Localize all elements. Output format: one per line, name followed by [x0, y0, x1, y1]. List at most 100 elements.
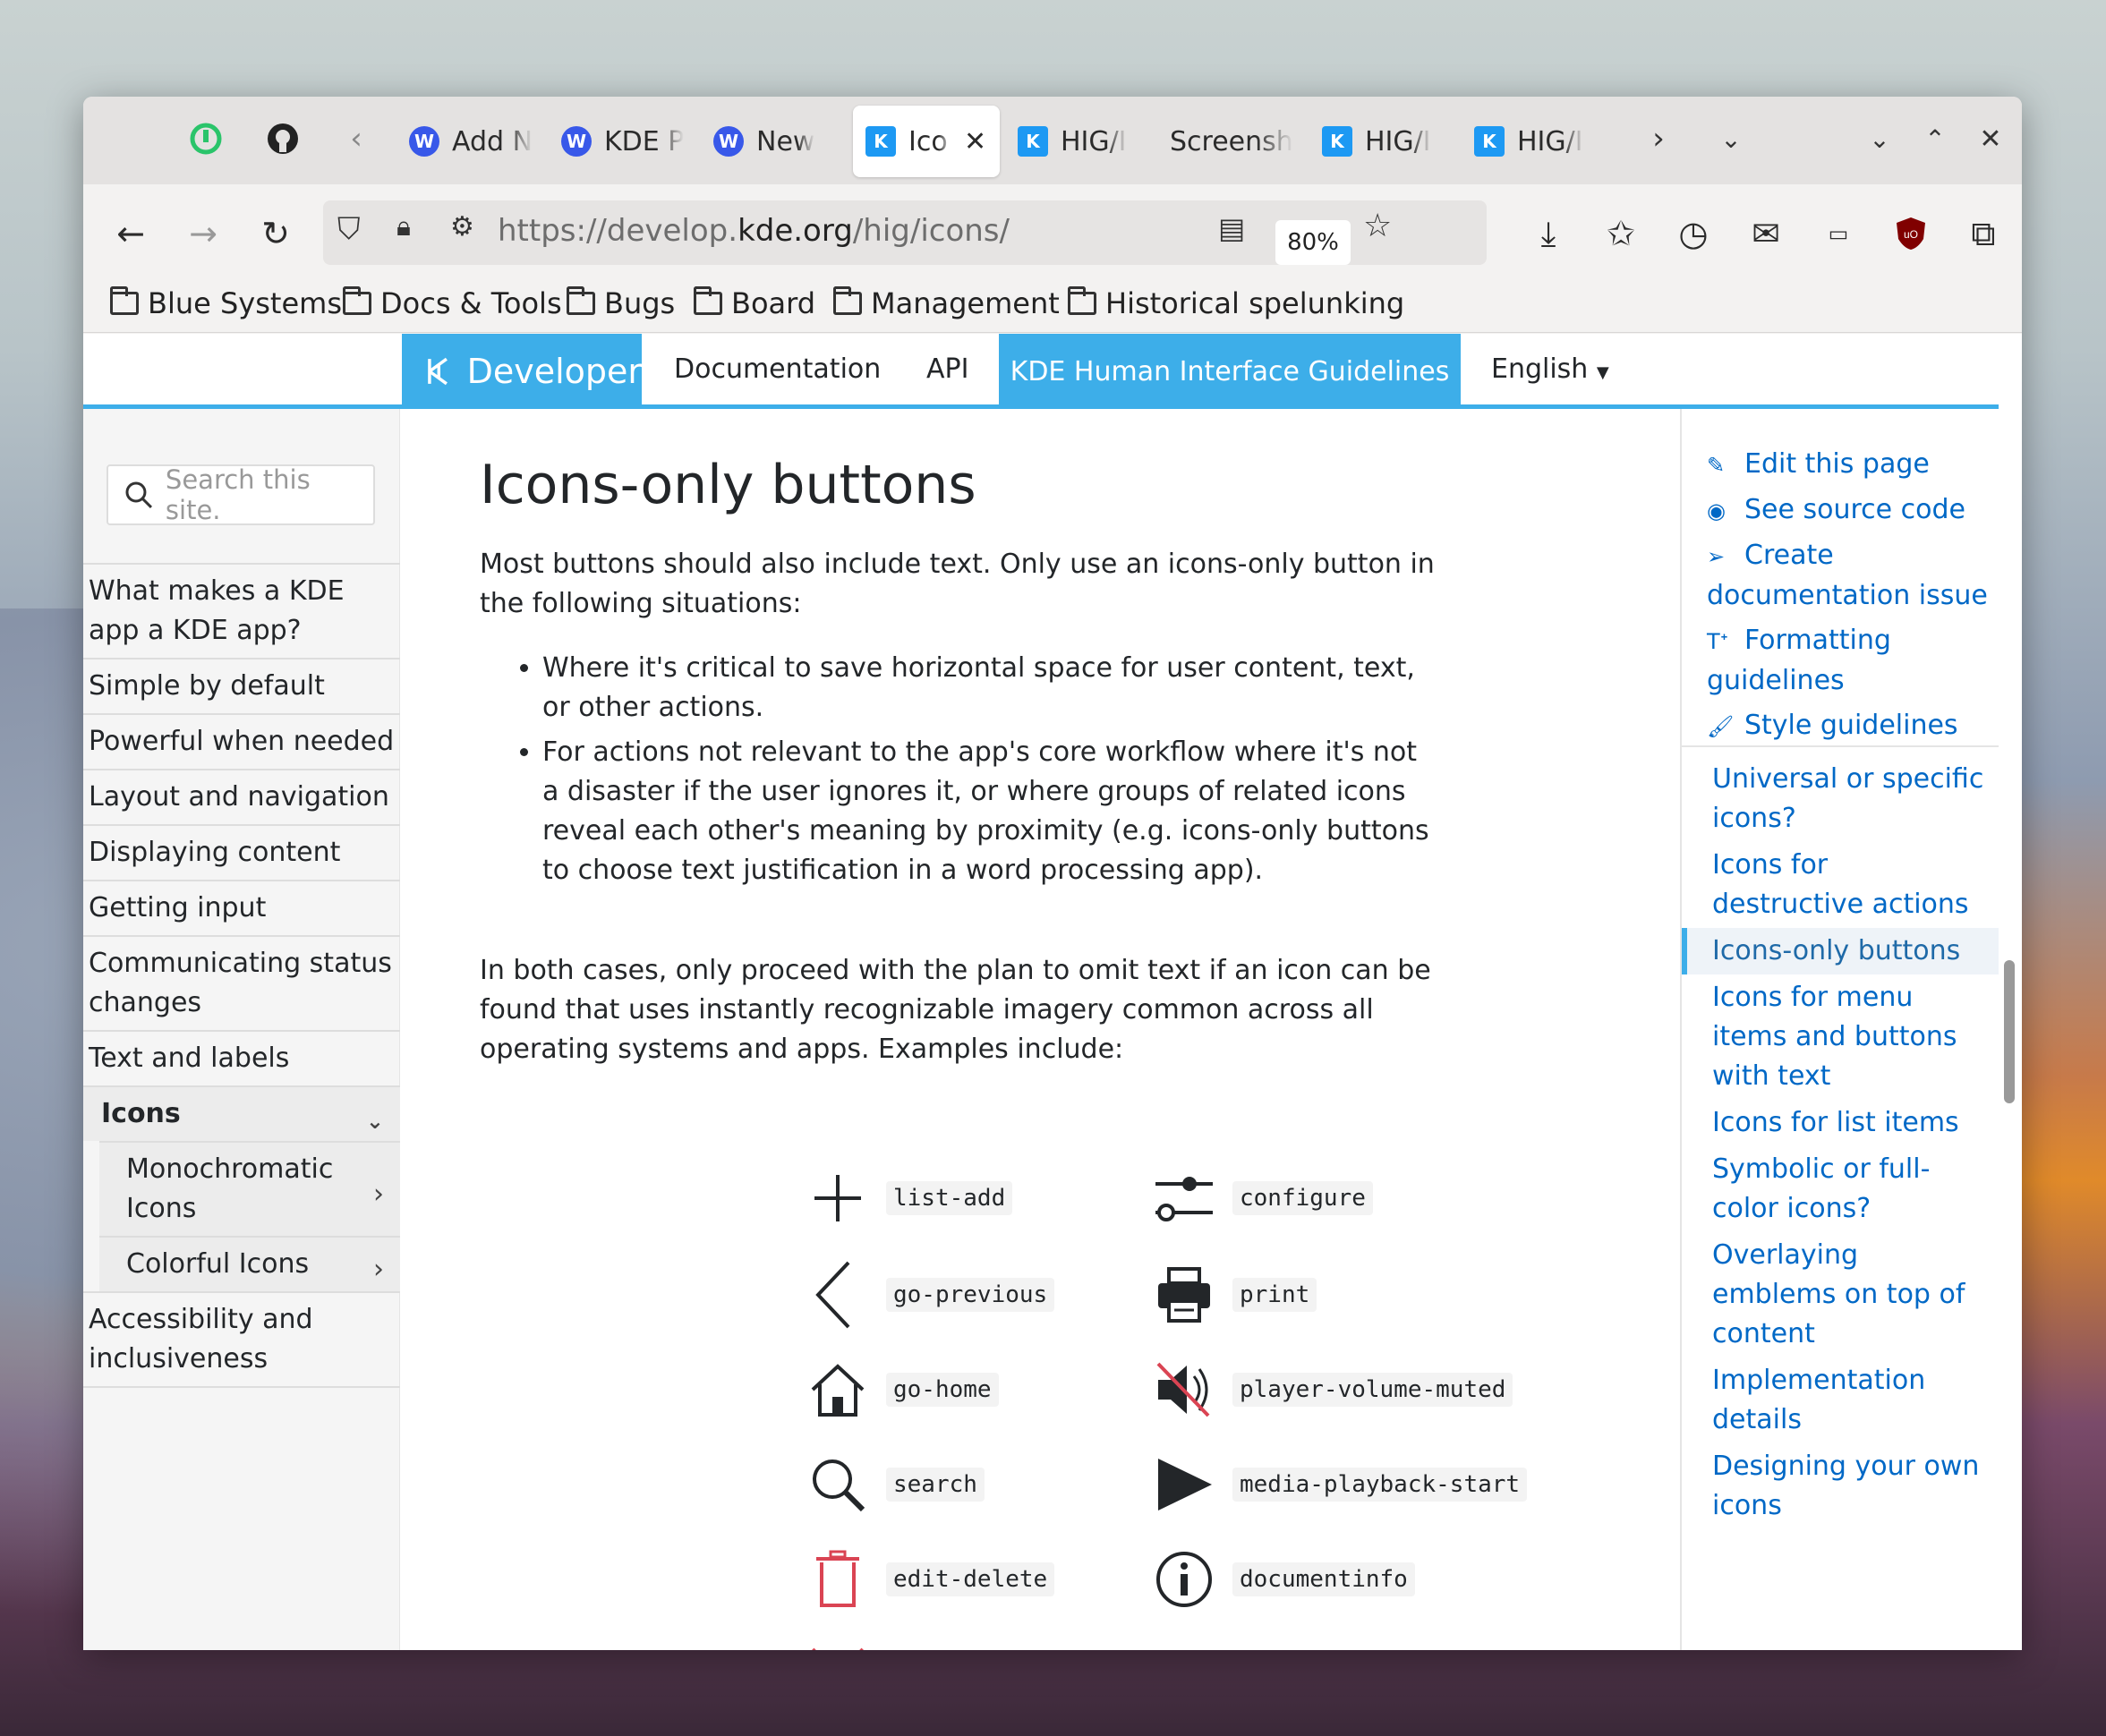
close-tab-icon[interactable]: ✕	[964, 126, 986, 157]
developer-brand-link[interactable]: Developer	[402, 334, 642, 409]
nav-documentation[interactable]: Documentation	[674, 353, 881, 385]
tab-2[interactable]: W New	[701, 106, 853, 177]
bookmark-folder-2[interactable]: Bugs	[567, 286, 675, 320]
sidebar-item-colorful[interactable]: Colorful Icons ›	[99, 1236, 400, 1291]
forward-button[interactable]: →	[181, 211, 226, 256]
tab-6[interactable]: K HIG/I	[1309, 106, 1462, 177]
reader-view-icon[interactable]: ▤	[1218, 211, 1245, 245]
toc-item[interactable]: Overlaying emblems on top of content	[1682, 1232, 1999, 1357]
play-icon	[1158, 1459, 1212, 1510]
tab-0[interactable]: W Add N	[396, 106, 549, 177]
list-all-tabs-button[interactable]: ⌄	[1709, 116, 1753, 161]
bookmarks-toolbar: Blue Systems Docs & Tools Bugs Board Man…	[83, 281, 2022, 333]
permissions-icon[interactable]: ⚙︎	[450, 211, 474, 243]
icon-example-configure: configure	[1148, 1162, 1373, 1234]
edit-page-link[interactable]: ✎ Edit this page	[1707, 445, 1993, 485]
folder-icon	[110, 286, 139, 315]
history-button[interactable]: ◷	[1671, 211, 1716, 256]
bookmark-folder-1[interactable]: Docs & Tools	[343, 286, 562, 320]
chevron-right-icon: ›	[373, 1254, 384, 1285]
sidebar-item-simple[interactable]: Simple by default	[83, 658, 400, 713]
bookmark-star-icon[interactable]: ☆	[1363, 208, 1392, 244]
maximize-button[interactable]: ⌃	[1913, 116, 1957, 161]
x-remove-icon	[812, 1647, 864, 1650]
scrollbar-thumb[interactable]	[2004, 960, 2015, 1103]
toc-item-active[interactable]: Icons-only buttons	[1682, 928, 1999, 974]
url-text[interactable]: https://develop.kde.org/hig/icons/	[498, 213, 1010, 249]
toc-item[interactable]: Symbolic or full-color icons?	[1682, 1146, 1999, 1232]
pinned-tab-github[interactable]	[260, 116, 305, 161]
volume-muted-icon	[1156, 1362, 1210, 1417]
sidebar-item-kde-app[interactable]: What makes a KDE app a KDE app?	[83, 563, 400, 658]
style-guidelines-link[interactable]: 🖌︎ Style guidelines	[1707, 706, 1993, 746]
chevron-down-icon: ⌄	[365, 1109, 384, 1134]
toc-item[interactable]: Icons for list items	[1682, 1100, 1999, 1146]
sidebar-item-icons[interactable]: Icons ⌄	[83, 1085, 400, 1141]
zoom-level-button[interactable]: 80%	[1275, 220, 1351, 265]
extensions-button[interactable]: ⧉	[1961, 211, 2006, 256]
nav-api[interactable]: API	[926, 353, 968, 385]
chevron-left-icon: ‹	[350, 121, 362, 157]
mail-button[interactable]: ✉	[1744, 211, 1788, 256]
language-dropdown[interactable]: English ▼	[1491, 353, 1609, 385]
search-icon	[125, 481, 152, 509]
tab-1[interactable]: W KDE P	[549, 106, 701, 177]
kde-icon: K	[1322, 126, 1352, 157]
bookmark-folder-3[interactable]: Board	[694, 286, 815, 320]
bookmark-folder-0[interactable]: Blue Systems	[110, 286, 342, 320]
pinned-tab-green[interactable]	[183, 116, 228, 161]
shield-icon[interactable]: ⛉	[337, 211, 361, 247]
minimize-button[interactable]: ⌄	[1857, 116, 1902, 161]
tabs-scroll-right-button[interactable]: ›	[1636, 116, 1681, 161]
close-window-button[interactable]: ✕	[1968, 116, 2013, 161]
source-code-link[interactable]: ◉ See source code	[1707, 490, 1993, 531]
github-icon	[268, 123, 298, 154]
toc-item[interactable]: Universal or specific icons?	[1682, 756, 1999, 842]
toc-item[interactable]: Designing your own icons	[1682, 1443, 1999, 1529]
downloads-button[interactable]: ⤓	[1526, 211, 1571, 256]
folder-icon	[343, 286, 371, 315]
sidebar-section-label: Icons	[101, 1098, 181, 1129]
bookmarks-button[interactable]: ✩	[1599, 211, 1643, 256]
reload-button[interactable]: ↻	[253, 211, 298, 256]
plus-icon	[814, 1175, 861, 1221]
sidebar-item-monochromatic[interactable]: Monochromatic Icons ›	[99, 1141, 400, 1236]
tab-7[interactable]: K HIG/I	[1462, 106, 1614, 177]
kde-logo-icon	[428, 357, 448, 386]
sidebar-item-displaying[interactable]: Displaying content	[83, 824, 400, 880]
ublock-button[interactable]: uO	[1889, 211, 1933, 256]
sidebar-item-text[interactable]: Text and labels	[83, 1030, 400, 1085]
tab-label: HIG/I	[1061, 125, 1127, 157]
bookmark-folder-4[interactable]: Management	[833, 286, 1060, 320]
toc-item[interactable]: Icons for destructive actions	[1682, 842, 1999, 928]
tab-3-active[interactable]: K Ico ✕	[853, 106, 1000, 177]
toc-item[interactable]: Icons for menu items and buttons with te…	[1682, 974, 1999, 1100]
sidebar-item-status[interactable]: Communicating status changes	[83, 935, 400, 1030]
list-item: Where it's critical to save horizontal s…	[542, 649, 1437, 728]
tab-4[interactable]: K HIG/I	[1005, 106, 1157, 177]
kde-icon: K	[1018, 126, 1048, 157]
sidebar-item-powerful[interactable]: Powerful when needed	[83, 713, 400, 769]
icon-name: edit-delete	[886, 1562, 1055, 1596]
create-issue-link[interactable]: ➢ Create documentation issue	[1707, 536, 1993, 616]
password-extension-button[interactable]: ▭	[1816, 211, 1861, 256]
nav-hig-active[interactable]: KDE Human Interface Guidelines	[999, 334, 1461, 409]
formatting-guidelines-link[interactable]: Tᐩ Formatting guidelines	[1707, 621, 1993, 701]
tabs-scroll-left-button[interactable]: ‹	[334, 116, 379, 161]
search-input[interactable]: Search this site.	[107, 464, 375, 525]
tab-5[interactable]: Screensh	[1157, 106, 1309, 177]
bookmark-label: Management	[871, 286, 1060, 320]
tab-label: HIG/I	[1517, 125, 1583, 157]
sidebar-item-input[interactable]: Getting input	[83, 880, 400, 935]
sidebar-item-accessibility[interactable]: Accessibility and inclusiveness	[83, 1291, 400, 1388]
arrow-right-icon: →	[189, 214, 217, 253]
back-button[interactable]: ←	[108, 211, 153, 256]
chevron-right-icon: ›	[1652, 121, 1665, 157]
sidebar-item-layout[interactable]: Layout and navigation	[83, 769, 400, 824]
bookmark-folder-5[interactable]: Historical spelunking	[1068, 286, 1404, 320]
lock-icon[interactable]: 🔒︎	[396, 211, 411, 243]
url-prefix: https://develop.	[498, 213, 738, 249]
arrow-left-icon	[815, 1261, 850, 1329]
toc-item[interactable]: Implementation details	[1682, 1357, 1999, 1443]
icon-name: search	[886, 1468, 985, 1502]
